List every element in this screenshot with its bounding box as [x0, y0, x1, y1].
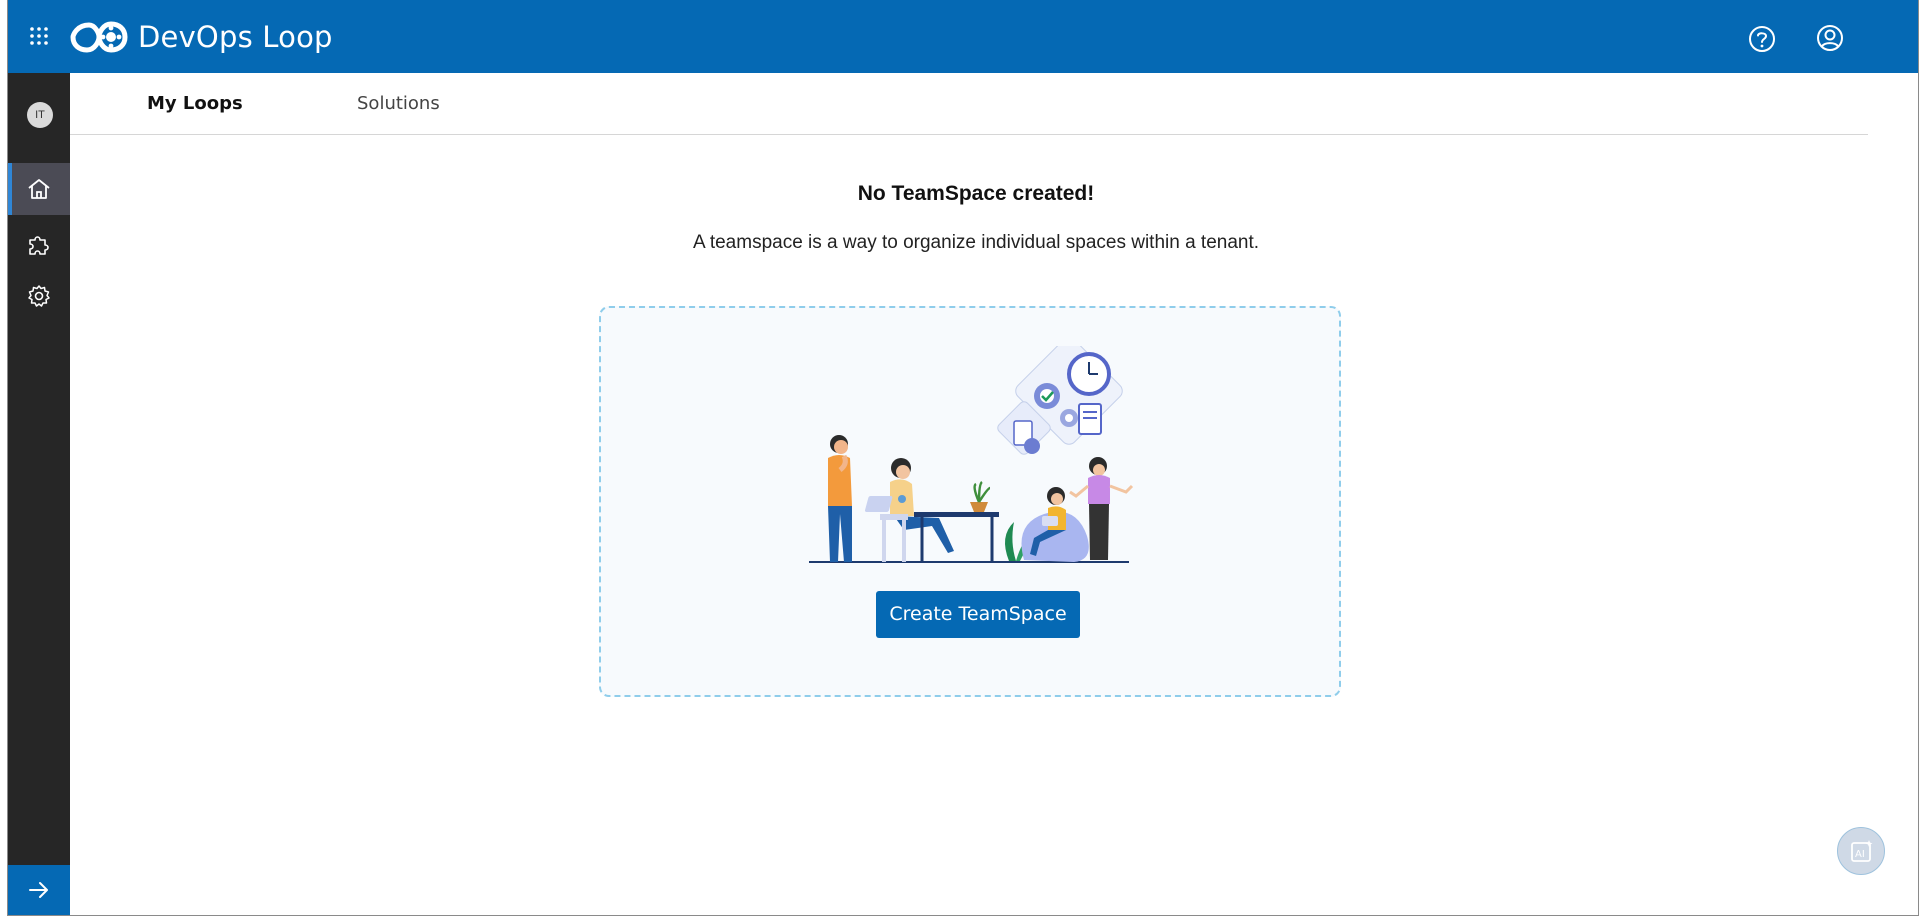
sidebar-item-integrations[interactable] — [8, 218, 70, 270]
empty-state-title: No TeamSpace created! — [857, 182, 1095, 205]
tab-solutions[interactable]: Solutions — [357, 93, 440, 114]
gear-icon — [28, 285, 50, 307]
devops-loop-logo — [69, 17, 129, 57]
sidebar-expand-button[interactable] — [8, 865, 70, 915]
avatar[interactable]: IT — [27, 102, 53, 128]
create-teamspace-button[interactable]: Create TeamSpace — [876, 591, 1080, 638]
sidebar: IT — [8, 73, 70, 915]
ai-assistant-icon: AI — [1851, 840, 1873, 862]
user-profile-icon[interactable] — [1814, 22, 1846, 54]
empty-state-description: A teamspace is a way to organize individ… — [692, 232, 1260, 253]
puzzle-icon — [29, 236, 49, 255]
top-bar: DevOps Loop — [8, 0, 1918, 73]
tab-my-loops[interactable]: My Loops — [147, 93, 243, 114]
empty-state-panel: Create TeamSpace — [599, 306, 1341, 697]
ai-assistant-button[interactable]: AI — [1837, 827, 1885, 875]
help-icon[interactable] — [1746, 23, 1778, 55]
home-icon — [28, 179, 50, 199]
sidebar-item-home[interactable] — [8, 163, 70, 215]
team-collaboration-illustration — [809, 346, 1134, 563]
svg-text:AI: AI — [1855, 849, 1865, 860]
tab-bar: My Loops Solutions — [70, 73, 1868, 135]
arrow-right-icon — [29, 882, 48, 898]
app-title: DevOps Loop — [138, 20, 333, 54]
sidebar-item-settings[interactable] — [8, 270, 70, 322]
app-window: DevOps Loop IT My Loops Solutions No Tea… — [7, 0, 1919, 916]
app-grid-icon[interactable] — [29, 26, 49, 46]
